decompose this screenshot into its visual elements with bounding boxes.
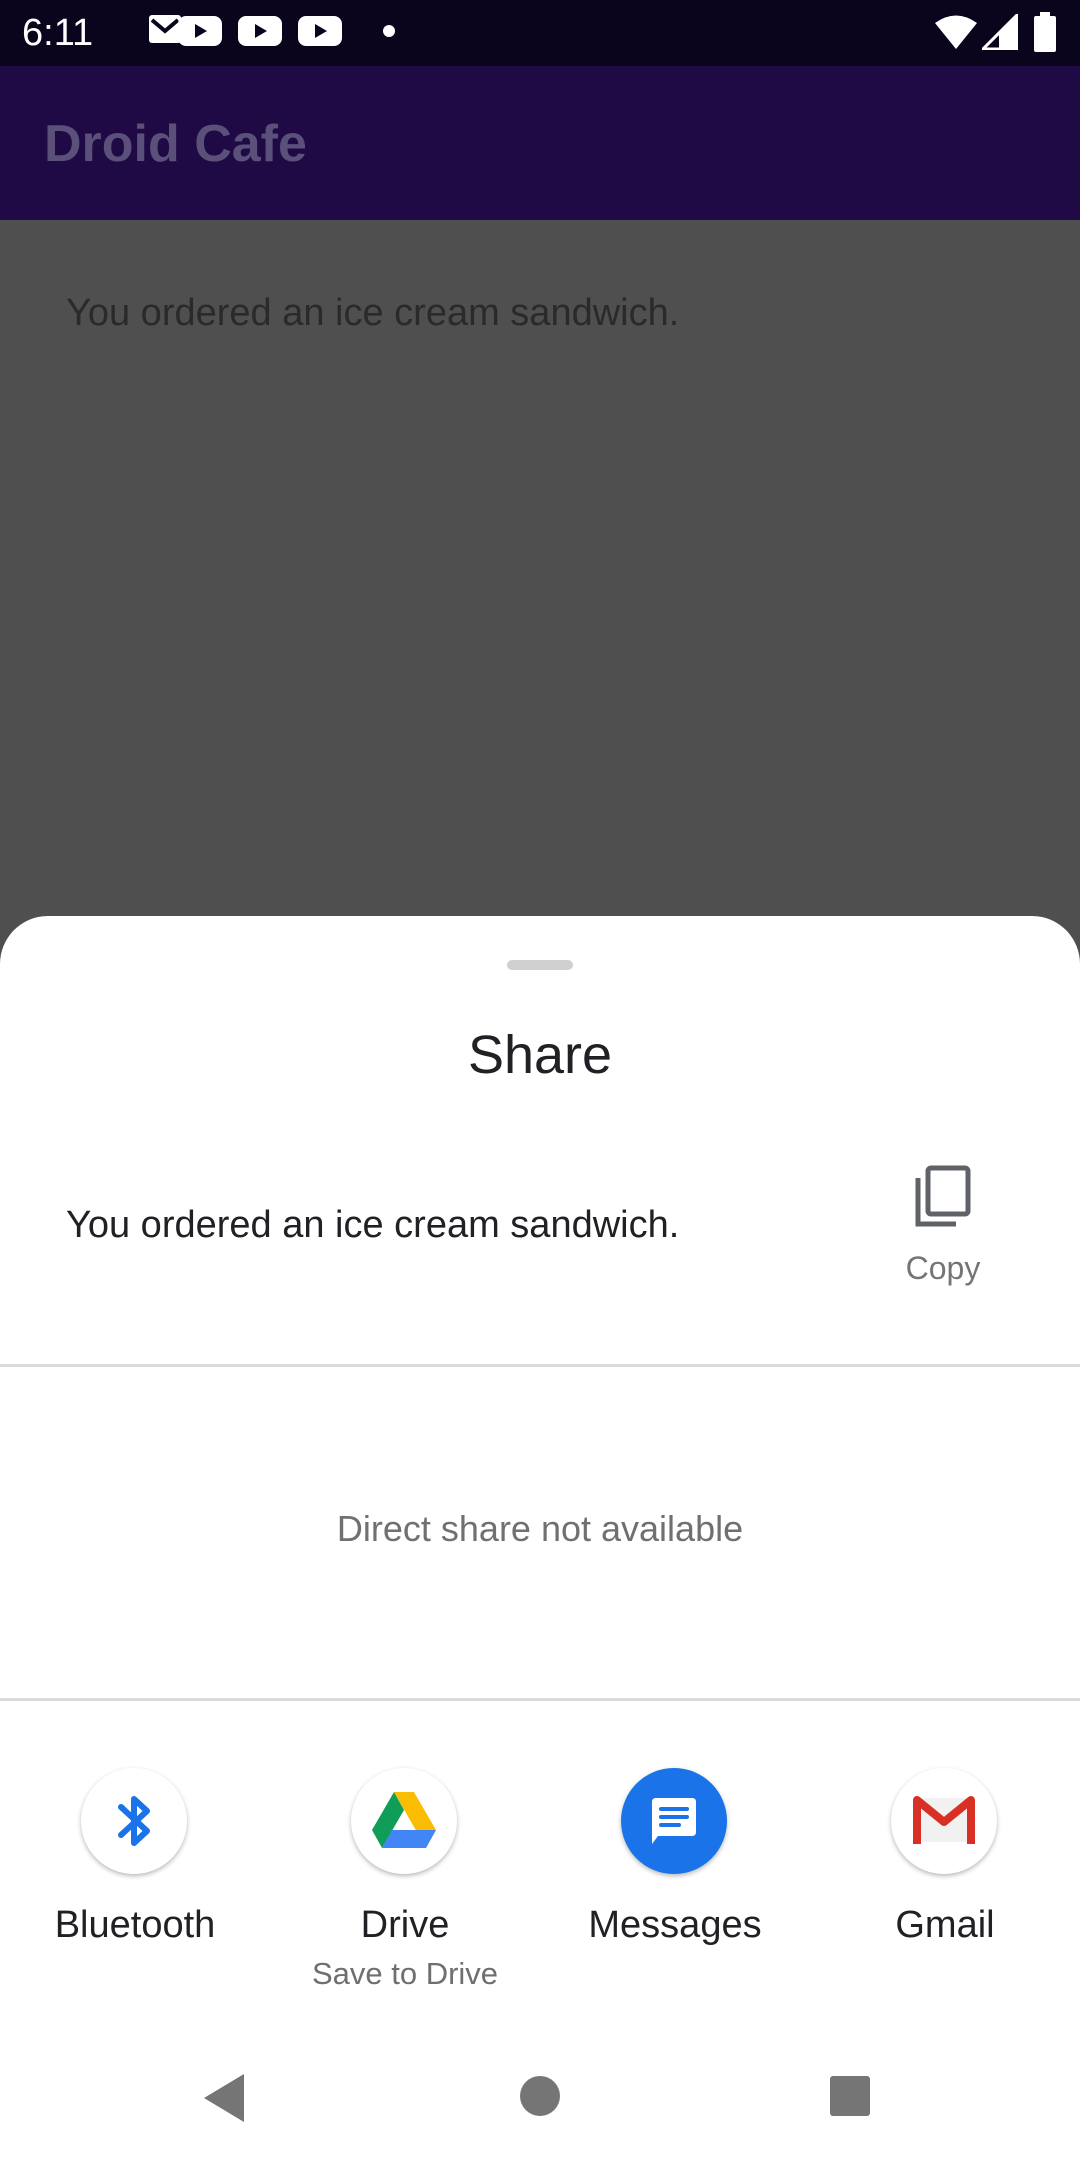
more-notifications-dot-icon [382, 24, 396, 43]
divider [0, 1698, 1080, 1701]
share-target-label: Gmail [895, 1904, 995, 1946]
status-bar: 6:11 [0, 0, 1080, 66]
youtube-notification-icon [298, 16, 342, 51]
google-drive-icon [351, 1768, 457, 1874]
share-title: Share [467, 1025, 613, 1085]
status-time: 6:11 [22, 12, 94, 54]
gmail-icon [891, 1768, 997, 1874]
copy-label: Copy [905, 1250, 981, 1286]
divider [0, 1364, 1080, 1367]
navigation-bar [0, 2040, 1080, 2160]
back-icon[interactable] [198, 2070, 248, 2131]
youtube-notification-icon [178, 16, 222, 51]
share-target-messages[interactable]: Messages [540, 1768, 810, 2008]
bluetooth-icon [81, 1768, 187, 1874]
shared-text-preview: You ordered an ice cream sandwich. [66, 1204, 680, 1246]
copy-button[interactable]: Copy [880, 1164, 1006, 1304]
drag-handle[interactable] [507, 960, 573, 970]
share-target-label: Messages [588, 1904, 762, 1946]
share-target-sublabel: Save to Drive [311, 1956, 499, 1991]
youtube-notification-icon [238, 16, 282, 51]
wifi-icon [934, 14, 978, 55]
app-bar: Droid Cafe [0, 66, 1080, 220]
gmail-notification-icon [148, 14, 182, 49]
share-sheet: Share You ordered an ice cream sandwich.… [0, 916, 1080, 2160]
messages-icon [621, 1768, 727, 1874]
share-target-gmail[interactable]: Gmail [810, 1768, 1080, 2008]
direct-share-message: Direct share not available [336, 1508, 744, 1549]
share-target-label: Drive [360, 1904, 450, 1946]
recents-icon[interactable] [828, 2074, 872, 2123]
share-target-bluetooth[interactable]: Bluetooth [0, 1768, 270, 2008]
battery-icon [1034, 12, 1056, 57]
copy-icon [910, 1164, 976, 1235]
share-target-label: Bluetooth [54, 1904, 216, 1946]
signal-icon [979, 11, 1019, 55]
app-title: Droid Cafe [44, 115, 307, 173]
share-target-drive[interactable]: Drive Save to Drive [270, 1768, 540, 2008]
order-summary-text: You ordered an ice cream sandwich. [66, 292, 680, 334]
home-icon[interactable] [518, 2074, 562, 2123]
